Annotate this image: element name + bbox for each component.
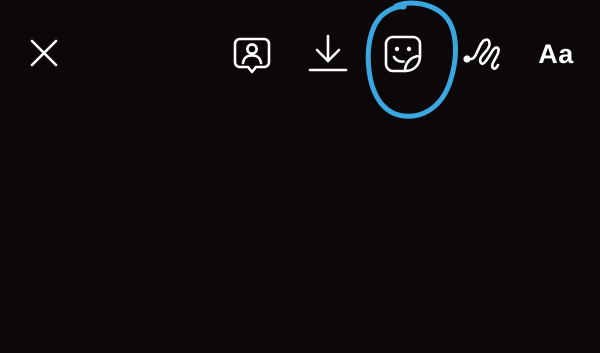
text-tool-button[interactable]: Aa xyxy=(533,36,579,72)
draw-button[interactable] xyxy=(460,34,504,74)
tag-person-icon xyxy=(233,37,271,74)
save-button[interactable] xyxy=(306,32,350,76)
sticker-button[interactable] xyxy=(383,34,423,74)
top-toolbar: Aa xyxy=(0,0,600,110)
download-icon xyxy=(308,34,348,72)
story-editor-screen: Aa xyxy=(0,0,600,353)
sticker-icon xyxy=(384,35,422,73)
close-icon xyxy=(30,39,58,67)
tag-people-button[interactable] xyxy=(231,34,273,76)
close-button[interactable] xyxy=(26,35,62,71)
squiggle-draw-icon xyxy=(463,38,500,70)
